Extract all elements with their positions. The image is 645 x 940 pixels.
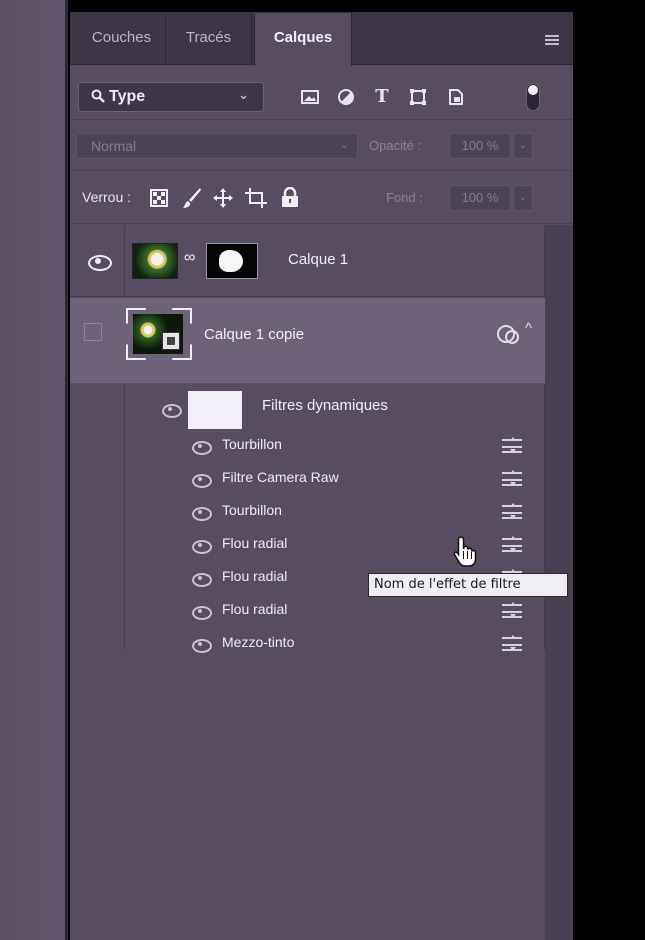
- filter-item[interactable]: Filtre Camera Raw: [70, 462, 545, 495]
- blend-mode-value: Normal: [91, 138, 137, 154]
- filter-name[interactable]: Flou radial: [222, 601, 287, 617]
- adjustment-filter-icon[interactable]: [336, 87, 356, 107]
- filter-item[interactable]: Flou radial: [70, 594, 545, 627]
- chevron-down-icon[interactable]: ⌄: [513, 185, 533, 211]
- filter-kind-label: Type: [109, 88, 146, 105]
- lock-label: Verrou :: [82, 189, 132, 205]
- tooltip: Nom de l'effet de filtre: [368, 573, 568, 597]
- lock-artboard-icon[interactable]: [245, 188, 267, 208]
- shape-filter-icon[interactable]: [408, 87, 428, 107]
- blending-options-icon[interactable]: [502, 503, 522, 519]
- visibility-toggle-off[interactable]: [84, 323, 102, 341]
- chevron-up-icon[interactable]: ^: [525, 320, 532, 337]
- eye-icon[interactable]: [192, 540, 214, 554]
- blend-mode-select[interactable]: Normal ⌄: [76, 133, 358, 159]
- filter-name[interactable]: Tourbillon: [222, 502, 282, 518]
- eye-icon[interactable]: [192, 474, 214, 488]
- lock-pixels-transparent-icon[interactable]: [150, 189, 168, 207]
- layer-thumbnail: [132, 243, 178, 279]
- layer-mask-thumbnail[interactable]: [206, 243, 258, 279]
- tab-calques[interactable]: Calques: [254, 13, 352, 66]
- layers-panel: Couches Tracés Calques Type ⌄ T Normal ⌄…: [70, 12, 573, 940]
- eye-icon[interactable]: [192, 606, 214, 620]
- eye-icon[interactable]: [162, 404, 184, 418]
- filter-kind-select[interactable]: Type ⌄: [78, 82, 264, 112]
- fill-input[interactable]: 100 %: [449, 185, 511, 211]
- layer-name[interactable]: Calque 1 copie: [204, 326, 304, 343]
- smart-filter-effects-icon[interactable]: [497, 325, 519, 344]
- smart-object-badge-icon: [162, 332, 180, 350]
- filter-item[interactable]: Tourbillon: [70, 429, 545, 462]
- panel-tab-bar: Couches Tracés Calques: [70, 13, 573, 66]
- filter-name[interactable]: Mezzo-tinto: [222, 634, 294, 650]
- filter-toggle-icon[interactable]: [526, 83, 540, 111]
- lock-image-pixels-icon[interactable]: [182, 187, 202, 209]
- layer-row-calque-1[interactable]: ∞ Calque 1: [70, 225, 545, 297]
- smart-filters-row[interactable]: Filtres dynamiques: [70, 385, 545, 433]
- filter-name[interactable]: Flou radial: [222, 535, 287, 551]
- type-filter-icon[interactable]: T: [372, 87, 392, 107]
- filter-name[interactable]: Tourbillon: [222, 436, 282, 452]
- search-icon: [91, 89, 105, 103]
- blending-options-icon[interactable]: [502, 437, 522, 453]
- blending-options-icon[interactable]: [502, 536, 522, 552]
- layer-row-calque-1-copie[interactable]: Calque 1 copie ^: [70, 298, 545, 384]
- filter-name[interactable]: Filtre Camera Raw: [222, 469, 339, 485]
- blend-row: Normal ⌄ Opacité : 100 % ⌄: [70, 121, 573, 171]
- eye-icon[interactable]: [192, 639, 214, 653]
- blending-options-icon[interactable]: [502, 470, 522, 486]
- hand-cursor-icon: [453, 536, 477, 567]
- eye-icon[interactable]: [192, 573, 214, 587]
- filter-item[interactable]: Mezzo-tinto: [70, 627, 545, 660]
- smart-object-filter-icon[interactable]: [446, 87, 466, 107]
- blending-options-icon[interactable]: [502, 635, 522, 651]
- panel-menu-icon[interactable]: [545, 35, 559, 45]
- chevron-down-icon: ⌄: [339, 139, 349, 151]
- smart-object-thumbnail: [126, 308, 192, 360]
- filter-name[interactable]: Flou radial: [222, 568, 287, 584]
- right-edge: [573, 0, 645, 940]
- lock-row: Verrou : Fond : 100 % ⌄: [70, 172, 573, 224]
- chevron-down-icon[interactable]: ⌄: [513, 133, 533, 159]
- lock-position-icon[interactable]: [213, 188, 233, 208]
- layer-name[interactable]: Calque 1: [288, 251, 348, 268]
- opacity-label: Opacité :: [369, 138, 422, 153]
- blending-options-icon[interactable]: [502, 602, 522, 618]
- eye-icon[interactable]: [192, 441, 214, 455]
- lock-all-icon[interactable]: [281, 187, 299, 207]
- filter-item[interactable]: Tourbillon: [70, 495, 545, 528]
- eye-icon[interactable]: [192, 507, 214, 521]
- image-filter-icon[interactable]: [300, 87, 320, 107]
- tab-traces[interactable]: Tracés: [166, 13, 252, 65]
- tab-couches[interactable]: Couches: [78, 13, 166, 65]
- chevron-down-icon: ⌄: [238, 87, 249, 102]
- smart-filter-mask-thumbnail[interactable]: [188, 391, 242, 429]
- smart-filters-label: Filtres dynamiques: [262, 397, 388, 414]
- eye-icon[interactable]: [88, 255, 112, 271]
- fill-label: Fond :: [386, 190, 423, 205]
- left-dock-strip: [0, 0, 68, 940]
- link-icon[interactable]: ∞: [184, 249, 195, 267]
- layer-filter-row: Type ⌄ T: [70, 65, 573, 120]
- opacity-input[interactable]: 100 %: [449, 133, 511, 159]
